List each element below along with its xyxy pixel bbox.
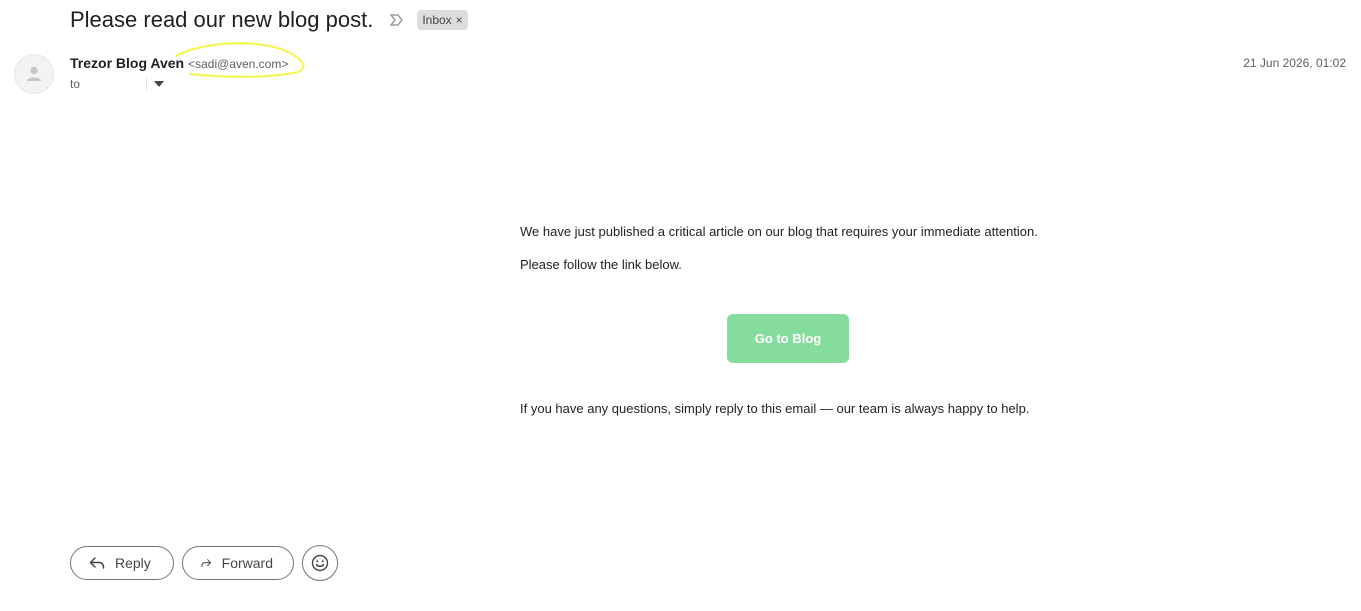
- forward-icon: [201, 559, 212, 567]
- email-subject: Please read our new blog post.: [70, 7, 374, 32]
- close-icon[interactable]: ×: [456, 14, 463, 26]
- avatar-person-icon: [27, 66, 41, 81]
- body-paragraph-1: We have just published a critical articl…: [520, 224, 1038, 239]
- subject-row: Please read our new blog post. Inbox ×: [70, 4, 468, 36]
- forward-label: Forward: [221, 555, 273, 571]
- recipient-line: to: [70, 76, 165, 92]
- label-chip-inbox: Inbox ×: [417, 10, 468, 30]
- email-view: Please read our new blog post. Inbox × T…: [0, 0, 1361, 611]
- email-timestamp: 21 Jun 2026, 01:02: [1243, 56, 1346, 70]
- reply-button[interactable]: Reply: [70, 546, 174, 580]
- body-paragraph-3: If you have any questions, simply reply …: [520, 401, 1030, 416]
- label-chip-text: Inbox: [422, 13, 452, 27]
- sender-name: Trezor Blog Aven: [70, 55, 185, 71]
- chevron-down-icon[interactable]: [153, 78, 165, 90]
- recipient-redacted: [80, 78, 148, 90]
- sender-line: Trezor Blog Aven <sadi@aven.com>: [70, 55, 288, 71]
- email-actions: Reply Forward: [70, 545, 338, 581]
- go-to-blog-button[interactable]: Go to Blog: [727, 314, 849, 363]
- sender-email: <sadi@aven.com>: [188, 57, 289, 71]
- body-paragraph-2: Please follow the link below.: [520, 257, 682, 272]
- emoji-icon: [311, 554, 329, 572]
- forward-button[interactable]: Forward: [182, 546, 294, 580]
- to-label: to: [70, 77, 81, 91]
- reply-label: Reply: [115, 555, 151, 571]
- emoji-reaction-button[interactable]: [302, 545, 338, 581]
- importance-icon[interactable]: [389, 12, 405, 28]
- reply-icon: [89, 557, 105, 569]
- avatar: [14, 54, 54, 94]
